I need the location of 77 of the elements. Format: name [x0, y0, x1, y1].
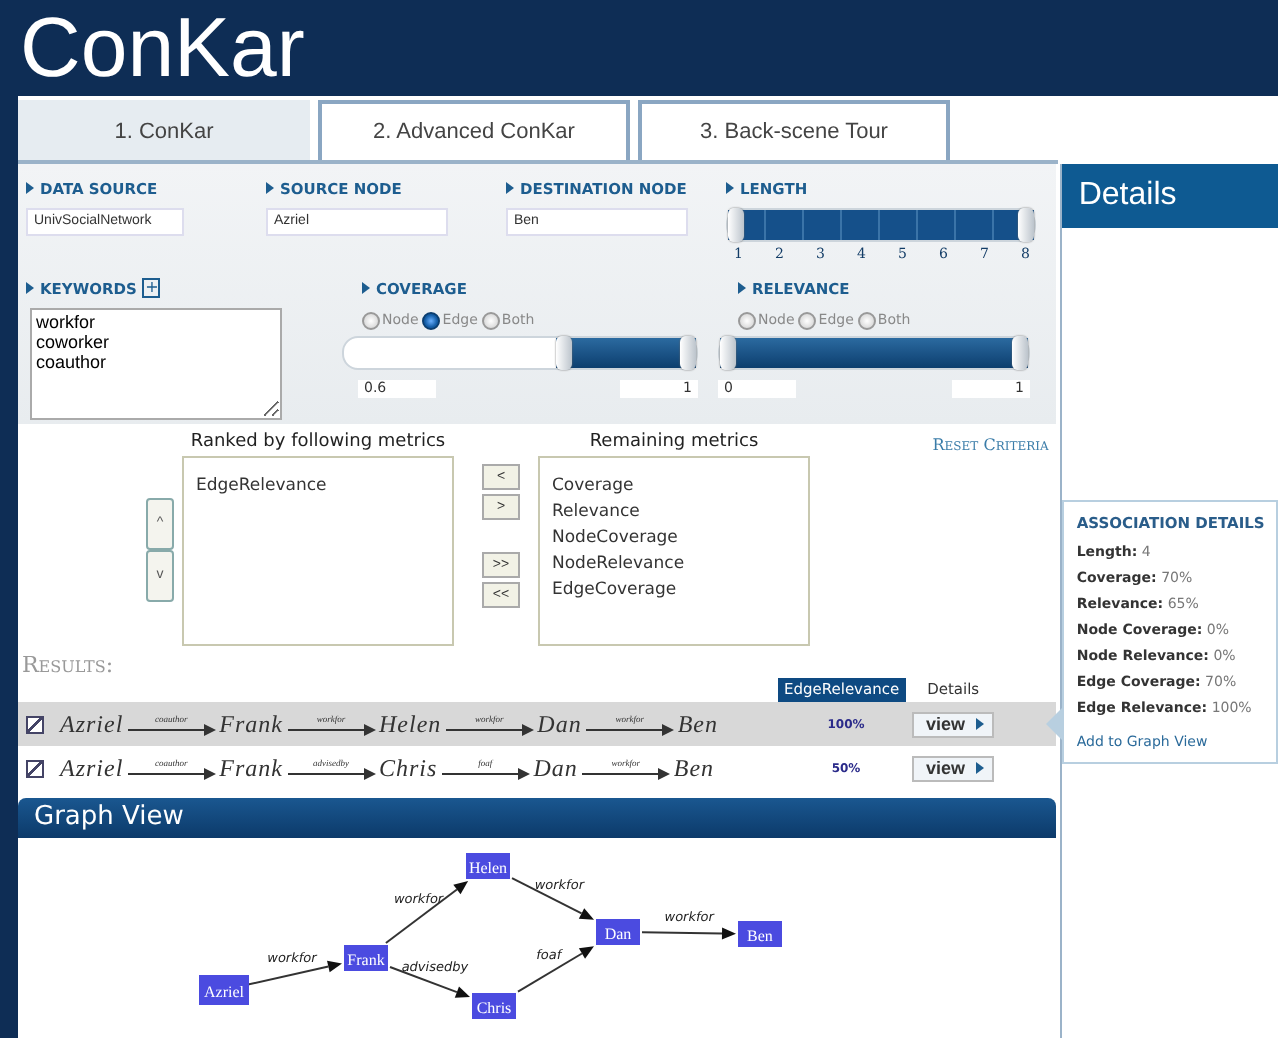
list-title: Remaining metrics [589, 430, 759, 456]
caret-icon [975, 762, 984, 774]
list-item[interactable]: Coverage [552, 474, 808, 500]
caret-icon [726, 182, 734, 194]
radio-button[interactable] [481, 311, 500, 329]
reset-criteria-link[interactable]: Reset Criteria [932, 436, 1049, 454]
list-title: Ranked by following metrics [190, 430, 446, 456]
tab[interactable]: 1. ConKar [18, 100, 310, 160]
node-name: Azriel [60, 709, 124, 739]
arrow-icon [127, 723, 216, 735]
slider-thumb[interactable] [1018, 208, 1034, 242]
graph-node[interactable]: Frank [344, 945, 388, 971]
graph-node[interactable]: Ben [738, 921, 782, 947]
slider-thumb[interactable] [1012, 336, 1028, 370]
remaining-list[interactable]: Coverage Relevance NodeCoverage NodeRelevance EdgeCoverage [538, 456, 810, 646]
list-item[interactable]: NodeRelevance [552, 552, 808, 578]
slider-thumb[interactable] [680, 336, 696, 370]
radio-button[interactable] [422, 311, 441, 329]
view-button[interactable]: view [912, 755, 994, 781]
arrow-icon [127, 767, 216, 779]
arrow-icon [287, 767, 375, 779]
slider-thumb[interactable] [555, 336, 572, 370]
radio-button[interactable] [857, 311, 876, 329]
graph-node[interactable]: Chris [472, 993, 516, 1019]
view-button[interactable]: view [912, 711, 994, 737]
caret-icon [362, 282, 370, 294]
node-name: Chris [379, 753, 438, 783]
node-name: Ben [677, 709, 718, 739]
list-item[interactable]: Relevance [552, 500, 808, 526]
add-button[interactable]: + [142, 278, 161, 298]
radio-button[interactable] [362, 311, 380, 329]
slider-thumb[interactable] [728, 208, 744, 242]
keywords-field[interactable]: workfor coworker coauthor [30, 308, 282, 420]
caret-icon [975, 718, 984, 730]
caret-icon [26, 182, 34, 194]
graph-node[interactable]: Dan [596, 919, 640, 945]
range-slider[interactable] [342, 336, 698, 370]
caret-icon [738, 282, 746, 294]
caret-icon [26, 282, 34, 294]
graph-view-header: Graph View [18, 798, 1057, 838]
node-name: Dan [533, 753, 578, 783]
node-name: Helen [379, 709, 442, 739]
edge-arrow [247, 960, 342, 986]
list-item[interactable]: EdgeRelevance [196, 474, 452, 500]
edge-arrow [384, 881, 469, 944]
checkbox[interactable] [26, 715, 44, 733]
tab[interactable]: 2. Advanced ConKar [318, 100, 630, 160]
tab[interactable]: 3. Back-scene Tour [638, 100, 950, 160]
panel-header: Details [1062, 164, 1278, 228]
node-name: Ben [673, 753, 715, 783]
list-item[interactable]: EdgeCoverage [552, 578, 808, 604]
ranked-list[interactable]: EdgeRelevance [182, 456, 454, 646]
list-item[interactable]: NodeCoverage [552, 526, 808, 552]
node-name: Frank [219, 709, 283, 739]
radio-button[interactable] [738, 311, 756, 329]
app-title: ConKar [20, 6, 305, 90]
edge-arrow [517, 946, 594, 993]
range-slider[interactable] [726, 208, 1036, 242]
node-name: Frank [219, 753, 283, 783]
results-heading: Results: [22, 654, 116, 678]
arrow-icon [581, 767, 670, 779]
radio-button[interactable] [798, 311, 817, 329]
arrow-icon [287, 723, 375, 735]
caret-icon [506, 182, 514, 194]
node-name: Azriel [60, 753, 124, 783]
edge-arrow [511, 877, 594, 920]
node-name: Dan [537, 709, 582, 739]
checkbox[interactable] [26, 759, 44, 777]
graph-node[interactable]: Helen [466, 853, 510, 879]
arrow-icon [585, 723, 674, 735]
range-slider[interactable] [718, 336, 1030, 370]
arrow-icon [445, 723, 534, 735]
edge-arrow [641, 927, 736, 940]
slider-thumb[interactable] [720, 336, 736, 370]
caret-icon [266, 182, 274, 194]
graph-node[interactable]: Azriel [199, 975, 249, 1005]
arrow-icon [441, 767, 530, 779]
